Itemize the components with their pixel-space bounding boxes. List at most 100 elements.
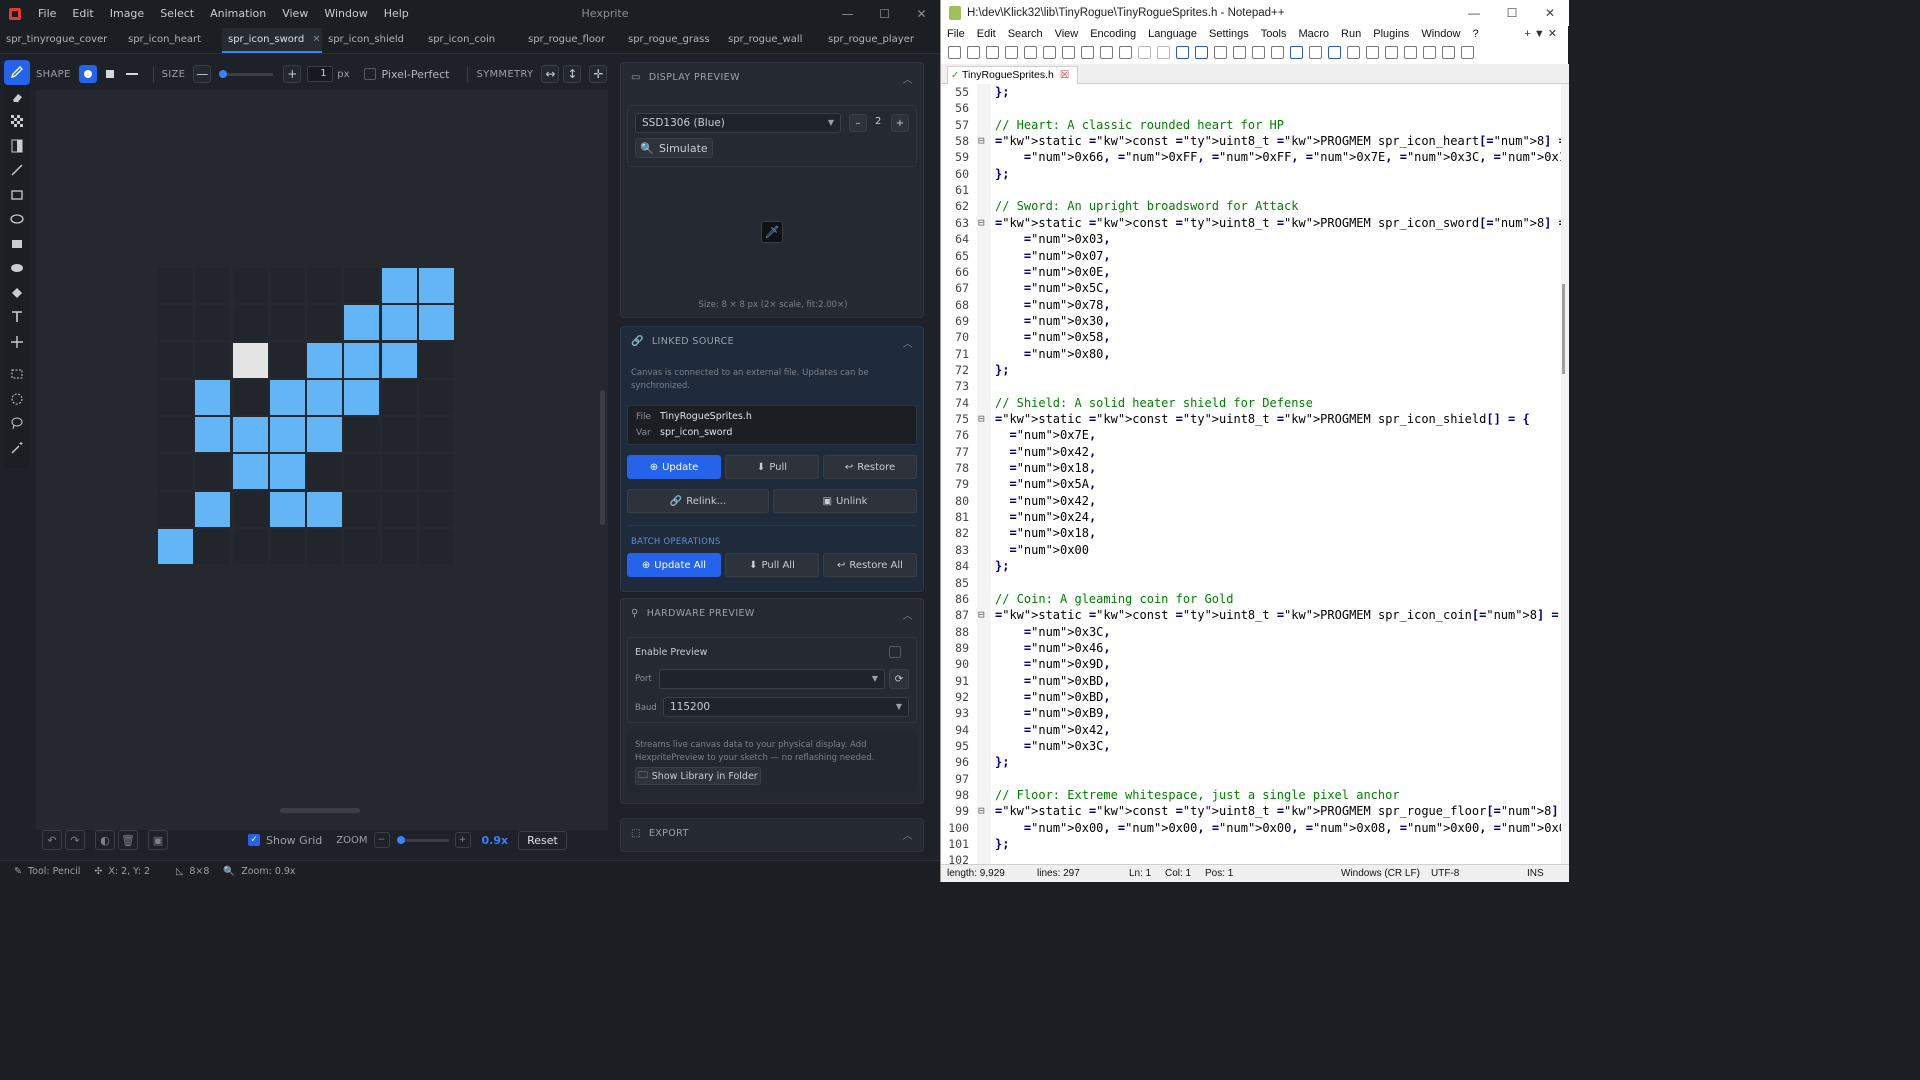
rect-select-tool-icon[interactable] xyxy=(4,362,30,387)
pixel-cell[interactable] xyxy=(344,268,380,303)
new-file-icon[interactable] xyxy=(948,45,961,59)
pixel-grid[interactable] xyxy=(158,268,455,565)
canvas-horizontal-scrollbar[interactable] xyxy=(280,808,360,813)
pixel-cell[interactable] xyxy=(232,305,268,341)
pixel-cell[interactable] xyxy=(419,379,455,415)
zoom-in-icon[interactable] xyxy=(1214,45,1227,59)
show-library-button[interactable]: 🗀 Show Library in Folder xyxy=(635,767,761,785)
menu-encoding[interactable]: Encoding xyxy=(1084,26,1142,42)
cut-icon[interactable] xyxy=(1081,45,1094,59)
tab-spr_rogue_player[interactable]: spr_rogue_player xyxy=(822,28,922,53)
pixel-cell[interactable] xyxy=(195,268,231,303)
pixel-cell[interactable] xyxy=(381,491,417,527)
pixel-cell[interactable] xyxy=(158,342,193,378)
close-tab-icon[interactable]: ✕ xyxy=(312,34,320,45)
restore-all-button[interactable]: ↩ Restore All xyxy=(823,553,917,577)
gradient-tool-icon[interactable] xyxy=(4,134,30,159)
close-icon[interactable] xyxy=(1024,45,1037,59)
canvas-vertical-scrollbar[interactable] xyxy=(600,390,605,525)
paste-icon[interactable] xyxy=(1119,45,1132,59)
symmetry-horizontal-icon[interactable]: ↔ xyxy=(541,65,560,83)
fold-toggle-icon[interactable]: ⊟ xyxy=(978,133,985,149)
pixel-cell[interactable] xyxy=(307,305,343,341)
magic-wand-tool-icon[interactable] xyxy=(4,436,30,461)
func-list-icon[interactable] xyxy=(1404,45,1417,59)
line-tool-icon[interactable] xyxy=(4,158,30,183)
minimize-button[interactable]: — xyxy=(829,0,866,28)
tab-spr_icon_shield[interactable]: spr_icon_shield xyxy=(322,28,422,53)
pixel-cell[interactable] xyxy=(269,491,305,527)
pixel-cell[interactable] xyxy=(195,417,231,453)
lasso-tool-icon[interactable] xyxy=(4,411,30,436)
close-all-icon[interactable] xyxy=(1043,45,1056,59)
pixel-cell[interactable] xyxy=(419,305,455,341)
pixel-cell[interactable] xyxy=(269,305,305,341)
replace-icon[interactable] xyxy=(1195,45,1208,59)
pixel-cell[interactable] xyxy=(344,417,380,453)
menu-help[interactable]: ? xyxy=(1466,26,1484,42)
undo-icon[interactable]: ↶ xyxy=(42,830,62,850)
menu-right-controls[interactable]: + ▼ ✕ xyxy=(1518,26,1563,42)
show-grid-checkbox[interactable]: ✓ xyxy=(248,834,260,846)
lang-icon[interactable] xyxy=(1347,45,1360,59)
update-button[interactable]: ⊕ Update xyxy=(627,455,721,479)
pixel-cell[interactable] xyxy=(158,379,193,415)
sprite-canvas-area[interactable] xyxy=(36,90,608,830)
menu-select[interactable]: Select xyxy=(152,0,202,28)
menu-macro[interactable]: Macro xyxy=(1292,26,1335,42)
pixel-cell[interactable] xyxy=(419,529,455,565)
zoom-slider[interactable] xyxy=(396,835,449,844)
export-header[interactable]: ⬚ EXPORT ︿ xyxy=(621,819,923,847)
pixel-cell[interactable] xyxy=(158,529,193,565)
indent-guide-icon[interactable] xyxy=(1328,45,1341,59)
pixel-cell[interactable] xyxy=(158,305,193,341)
pull-button[interactable]: ⬇ Pull xyxy=(725,455,819,479)
zoom-in-icon[interactable]: + xyxy=(454,832,471,848)
tab-spr_rogue_wall[interactable]: spr_rogue_wall xyxy=(722,28,822,53)
fold-toggle-icon[interactable]: ⊟ xyxy=(978,411,985,427)
sync-h-icon[interactable] xyxy=(1271,45,1284,59)
text-tool-icon[interactable] xyxy=(4,305,30,330)
menu-search[interactable]: Search xyxy=(1002,26,1049,42)
display-preview-header[interactable]: ▭ DISPLAY PREVIEW ︿ xyxy=(621,63,923,91)
rectangle-tool-icon[interactable] xyxy=(4,183,30,208)
pixel-cell[interactable] xyxy=(381,529,417,565)
enable-preview-checkbox[interactable] xyxy=(889,646,901,658)
pixel-cell[interactable] xyxy=(195,342,231,378)
pixel-cell[interactable] xyxy=(307,379,343,415)
refresh-port-icon[interactable]: ⟳ xyxy=(889,669,909,689)
zoom-reset-button[interactable]: Reset xyxy=(518,830,567,850)
pixel-cell[interactable] xyxy=(158,491,193,527)
circle-brush-button[interactable] xyxy=(78,65,97,83)
fold-toggle-icon[interactable]: ⊟ xyxy=(978,607,985,623)
pixel-perfect-checkbox[interactable] xyxy=(363,68,376,80)
editor-vertical-scrollbar[interactable] xyxy=(1561,84,1569,864)
maximize-button[interactable]: ☐ xyxy=(1493,0,1531,26)
zoom-out-icon[interactable]: − xyxy=(373,832,390,848)
fold-toggle-icon[interactable]: ⊟ xyxy=(978,215,985,231)
menu-language[interactable]: Language xyxy=(1142,26,1203,42)
minimize-button[interactable]: — xyxy=(1455,0,1493,26)
pixel-cell[interactable] xyxy=(307,417,343,453)
ellipse-select-tool-icon[interactable] xyxy=(4,387,30,412)
pixel-cell[interactable] xyxy=(232,454,268,490)
map-icon[interactable] xyxy=(1366,45,1379,59)
pixel-cell[interactable] xyxy=(419,342,455,378)
pixel-cell[interactable] xyxy=(381,379,417,415)
menu-settings[interactable]: Settings xyxy=(1203,26,1255,42)
pixel-cell[interactable] xyxy=(158,268,193,303)
save-all-icon[interactable] xyxy=(1005,45,1018,59)
pixel-cell[interactable] xyxy=(344,529,380,565)
relink-button[interactable]: 🔗 Relink... xyxy=(627,489,769,513)
close-tab-icon[interactable]: ☒ xyxy=(1060,69,1069,81)
symmetry-vertical-icon[interactable]: ↕ xyxy=(563,65,582,83)
pixel-cell[interactable] xyxy=(195,529,231,565)
maximize-button[interactable]: ☐ xyxy=(866,0,903,28)
size-input[interactable]: 1 xyxy=(307,66,334,82)
wrap-icon[interactable] xyxy=(1290,45,1303,59)
pixel-cell[interactable] xyxy=(307,342,343,378)
tab-spr_rogue_grass[interactable]: spr_rogue_grass xyxy=(622,28,722,53)
tab-spr_icon_heart[interactable]: spr_icon_heart xyxy=(122,28,222,53)
pixel-cell[interactable] xyxy=(232,342,268,378)
pixel-cell[interactable] xyxy=(232,417,268,453)
